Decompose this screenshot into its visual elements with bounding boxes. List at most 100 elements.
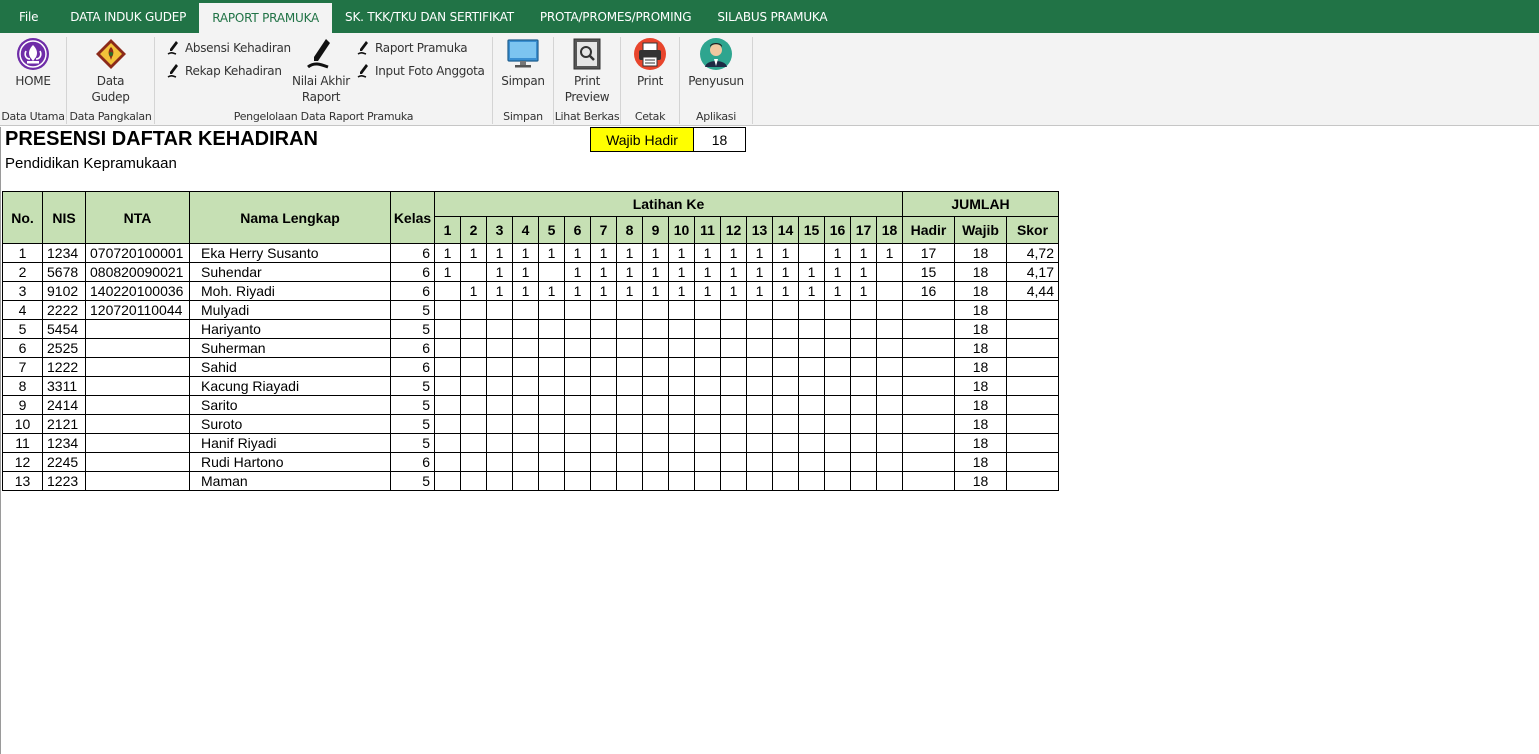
cell-nama[interactable]: Kacung Riayadi [189,376,391,396]
cell-nis[interactable]: 2525 [42,338,86,358]
cell-attendance[interactable] [512,319,539,339]
cell-attendance[interactable] [434,395,461,415]
cell-attendance[interactable] [486,471,513,491]
cell-attendance[interactable]: 1 [590,281,617,301]
cell-attendance[interactable] [512,471,539,491]
cell-attendance[interactable] [564,300,591,320]
cell-attendance[interactable] [434,433,461,453]
tab-prota-promes-proming[interactable]: PROTA/PROMES/PROMING [527,0,704,33]
cell-attendance[interactable] [616,319,643,339]
cell-nta[interactable] [85,395,190,415]
cell-attendance[interactable] [772,471,799,491]
cell-attendance[interactable] [590,357,617,377]
cell-kelas[interactable]: 5 [390,376,435,396]
cell-attendance[interactable] [746,471,773,491]
cell-attendance[interactable]: 1 [538,281,565,301]
cell-nta[interactable] [85,319,190,339]
input-foto-anggota-button[interactable]: Input Foto Anggota [357,63,485,79]
cell-attendance[interactable]: 1 [642,262,669,282]
cell-attendance[interactable] [590,471,617,491]
cell-attendance[interactable] [486,376,513,396]
cell-skor[interactable] [1006,376,1059,396]
cell-attendance[interactable] [876,471,903,491]
cell-wajib[interactable]: 18 [954,414,1007,434]
cell-attendance[interactable] [434,357,461,377]
cell-skor[interactable] [1006,414,1059,434]
cell-attendance[interactable] [564,414,591,434]
cell-attendance[interactable] [460,338,487,358]
cell-attendance[interactable] [876,376,903,396]
cell-attendance[interactable] [486,357,513,377]
cell-attendance[interactable] [642,319,669,339]
cell-attendance[interactable] [616,414,643,434]
cell-attendance[interactable] [434,281,461,301]
cell-nis[interactable]: 1223 [42,471,86,491]
cell-attendance[interactable]: 1 [668,262,695,282]
cell-attendance[interactable] [720,319,747,339]
cell-wajib[interactable]: 18 [954,338,1007,358]
cell-attendance[interactable] [434,471,461,491]
wajib-hadir-value-cell[interactable]: 18 [693,127,746,152]
cell-attendance[interactable]: 1 [486,281,513,301]
cell-attendance[interactable] [746,338,773,358]
cell-attendance[interactable] [642,452,669,472]
cell-attendance[interactable] [642,376,669,396]
cell-nis[interactable]: 1234 [42,243,86,263]
cell-kelas[interactable]: 5 [390,395,435,415]
cell-attendance[interactable]: 1 [694,281,721,301]
cell-attendance[interactable] [798,471,825,491]
cell-attendance[interactable] [538,300,565,320]
tab-data-induk-gudep[interactable]: DATA INDUK GUDEP [57,0,199,33]
cell-nama[interactable]: Hariyanto [189,319,391,339]
cell-attendance[interactable] [486,300,513,320]
cell-attendance[interactable] [772,357,799,377]
cell-nta[interactable] [85,376,190,396]
cell-attendance[interactable] [876,262,903,282]
cell-nama[interactable]: Sahid [189,357,391,377]
cell-nta[interactable]: 120720110044 [85,300,190,320]
cell-attendance[interactable] [850,471,877,491]
cell-attendance[interactable]: 1 [720,243,747,263]
cell-attendance[interactable] [564,319,591,339]
cell-attendance[interactable] [720,338,747,358]
cell-attendance[interactable]: 1 [590,262,617,282]
cell-attendance[interactable] [798,414,825,434]
cell-attendance[interactable]: 1 [824,262,851,282]
cell-wajib[interactable]: 18 [954,262,1007,282]
cell-attendance[interactable] [772,376,799,396]
cell-attendance[interactable] [642,357,669,377]
cell-attendance[interactable]: 1 [668,281,695,301]
nilai-akhir-raport-button[interactable]: Nilai Akhir Raport [288,37,354,105]
cell-attendance[interactable] [694,357,721,377]
cell-attendance[interactable] [460,414,487,434]
cell-skor[interactable]: 4,44 [1006,281,1059,301]
cell-attendance[interactable]: 1 [642,243,669,263]
cell-attendance[interactable] [486,319,513,339]
cell-wajib[interactable]: 18 [954,471,1007,491]
cell-attendance[interactable] [772,433,799,453]
cell-attendance[interactable] [434,319,461,339]
tab-raport-pramuka[interactable]: RAPORT PRAMUKA [199,3,333,33]
cell-attendance[interactable] [798,452,825,472]
cell-no[interactable]: 11 [2,433,43,453]
cell-hadir[interactable]: 16 [902,281,955,301]
cell-attendance[interactable] [486,433,513,453]
home-button[interactable]: HOME [0,37,66,89]
cell-attendance[interactable]: 1 [746,281,773,301]
cell-attendance[interactable] [642,338,669,358]
cell-attendance[interactable]: 1 [486,243,513,263]
cell-attendance[interactable] [616,395,643,415]
cell-attendance[interactable] [876,338,903,358]
cell-nta[interactable] [85,471,190,491]
cell-attendance[interactable] [590,319,617,339]
cell-attendance[interactable] [616,357,643,377]
cell-attendance[interactable] [642,300,669,320]
cell-attendance[interactable] [876,433,903,453]
cell-attendance[interactable] [590,395,617,415]
cell-attendance[interactable] [486,452,513,472]
cell-attendance[interactable] [512,433,539,453]
cell-attendance[interactable] [746,433,773,453]
tab-file[interactable]: File [0,0,57,33]
cell-attendance[interactable] [512,395,539,415]
cell-attendance[interactable] [538,357,565,377]
